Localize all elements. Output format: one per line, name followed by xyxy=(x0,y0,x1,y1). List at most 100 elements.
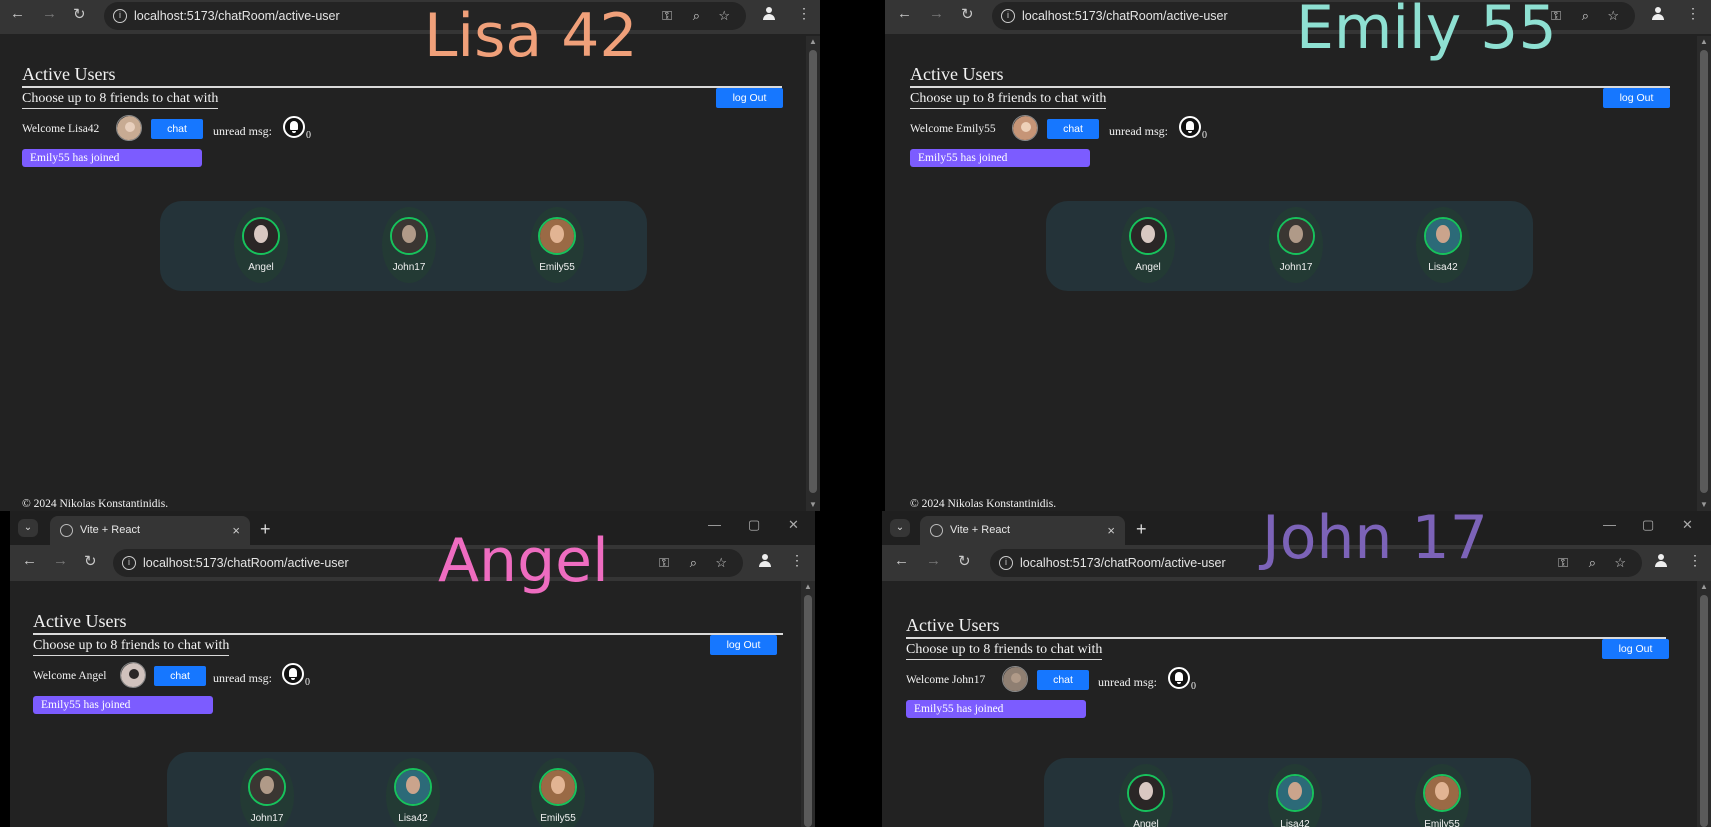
forward-arrow-icon[interactable]: → xyxy=(42,5,57,22)
reload-icon[interactable]: ↻ xyxy=(961,5,974,23)
new-tab-icon[interactable]: + xyxy=(260,516,271,542)
user-card-john17[interactable]: John17 xyxy=(240,758,294,827)
bell-icon[interactable] xyxy=(1168,667,1190,689)
password-key-icon[interactable]: ⚿ xyxy=(662,2,672,30)
footer-copyright: © 2024 Nikolas Konstantinidis. xyxy=(910,498,1057,510)
scroll-down-arrow-icon[interactable]: ▼ xyxy=(806,499,820,511)
zoom-icon[interactable]: ⌕ xyxy=(690,549,697,577)
scroll-up-arrow-icon[interactable]: ▲ xyxy=(1697,36,1711,48)
tab-search-icon[interactable]: ⌄ xyxy=(890,519,910,537)
scroll-up-arrow-icon[interactable]: ▲ xyxy=(801,581,815,593)
back-arrow-icon[interactable]: ← xyxy=(10,5,25,22)
tab-search-icon[interactable]: ⌄ xyxy=(18,519,38,537)
scroll-thumb[interactable] xyxy=(1700,595,1708,827)
logout-button[interactable]: log Out xyxy=(1602,639,1669,659)
unread-label: unread msg: xyxy=(213,671,272,685)
site-info-icon[interactable]: i xyxy=(113,9,127,23)
zoom-icon[interactable]: ⌕ xyxy=(1589,549,1596,577)
site-info-icon[interactable]: i xyxy=(122,556,136,570)
site-info-icon[interactable]: i xyxy=(1001,9,1015,23)
reload-icon[interactable]: ↻ xyxy=(84,552,97,570)
logout-button[interactable]: log Out xyxy=(710,635,777,655)
user-card-lisa42[interactable]: Lisa42 xyxy=(1416,207,1470,283)
scrollbar[interactable]: ▲ xyxy=(801,581,815,827)
bell-icon[interactable] xyxy=(1179,116,1201,138)
password-key-icon[interactable]: ⚿ xyxy=(1558,549,1568,577)
join-notification: Emily55 has joined xyxy=(33,696,213,714)
menu-dots-icon[interactable]: ⋮ xyxy=(1688,552,1702,569)
user-card-angel[interactable]: Angel xyxy=(1119,764,1173,827)
new-tab-icon[interactable]: + xyxy=(1136,516,1147,542)
forward-arrow-icon[interactable]: → xyxy=(926,552,941,569)
minimize-icon[interactable]: — xyxy=(708,517,721,532)
back-arrow-icon[interactable]: ← xyxy=(894,552,909,569)
forward-arrow-icon[interactable]: → xyxy=(53,552,68,569)
user-card-angel[interactable]: Angel xyxy=(1121,207,1175,283)
window-close-icon[interactable]: ✕ xyxy=(1682,517,1693,533)
profile-icon[interactable] xyxy=(762,7,776,21)
bookmark-star-icon[interactable]: ☆ xyxy=(718,2,730,30)
profile-icon[interactable] xyxy=(1654,554,1668,568)
scroll-thumb[interactable] xyxy=(1700,50,1708,493)
overlay-user-label: Emily 55 xyxy=(1296,0,1557,63)
logout-button[interactable]: log Out xyxy=(716,88,783,108)
bell-icon[interactable] xyxy=(282,663,304,685)
unread-label: unread msg: xyxy=(1109,124,1168,138)
user-card-angel[interactable]: Angel xyxy=(234,207,288,283)
browser-tab[interactable]: Vite + React × xyxy=(50,516,250,545)
scrollbar[interactable]: ▲ ▼ xyxy=(1697,36,1711,511)
bookmark-star-icon[interactable]: ☆ xyxy=(1607,2,1619,30)
zoom-icon[interactable]: ⌕ xyxy=(1582,2,1589,30)
tab-close-icon[interactable]: × xyxy=(232,516,240,545)
user-card-emily55[interactable]: Emily55 xyxy=(531,758,585,827)
browser-window-angel: ⌄ Vite + React × + — ▢ ✕ ← → ↻ i localho… xyxy=(10,511,815,827)
unread-count: 0 xyxy=(305,677,310,688)
site-info-icon[interactable]: i xyxy=(999,556,1013,570)
bookmark-star-icon[interactable]: ☆ xyxy=(1614,549,1626,577)
user-card-lisa42[interactable]: Lisa42 xyxy=(1268,764,1322,827)
zoom-icon[interactable]: ⌕ xyxy=(693,2,700,30)
chat-button[interactable]: chat xyxy=(1037,670,1089,690)
browser-tab[interactable]: Vite + React × xyxy=(920,516,1125,545)
maximize-icon[interactable]: ▢ xyxy=(1642,517,1654,533)
scroll-down-arrow-icon[interactable]: ▼ xyxy=(1697,499,1711,511)
active-users-panel: John17 Lisa42 Emily55 xyxy=(167,752,654,827)
user-card-lisa42[interactable]: Lisa42 xyxy=(386,758,440,827)
profile-icon[interactable] xyxy=(758,554,772,568)
tab-close-icon[interactable]: × xyxy=(1107,516,1115,545)
avatar xyxy=(1276,774,1314,812)
address-bar[interactable]: i localhost:5173/chatRoom/active-user ⚿ … xyxy=(113,549,743,577)
user-name: Emily55 xyxy=(540,813,576,824)
avatar-portrait xyxy=(1131,219,1165,253)
scrollbar[interactable]: ▲ ▼ xyxy=(806,36,820,511)
minimize-icon[interactable]: — xyxy=(1603,517,1616,532)
reload-icon[interactable]: ↻ xyxy=(73,5,86,23)
password-key-icon[interactable]: ⚿ xyxy=(659,549,669,577)
forward-arrow-icon[interactable]: → xyxy=(929,5,944,22)
menu-dots-icon[interactable]: ⋮ xyxy=(790,552,804,569)
user-card-john17[interactable]: John17 xyxy=(382,207,436,283)
chat-button[interactable]: chat xyxy=(154,666,206,686)
profile-icon[interactable] xyxy=(1651,7,1665,21)
scroll-thumb[interactable] xyxy=(804,595,812,827)
menu-dots-icon[interactable]: ⋮ xyxy=(797,5,811,22)
menu-dots-icon[interactable]: ⋮ xyxy=(1686,5,1700,22)
bookmark-star-icon[interactable]: ☆ xyxy=(715,549,727,577)
logout-button[interactable]: log Out xyxy=(1603,88,1670,108)
chat-button[interactable]: chat xyxy=(151,119,203,139)
user-card-emily55[interactable]: Emily55 xyxy=(530,207,584,283)
window-close-icon[interactable]: ✕ xyxy=(788,517,799,533)
back-arrow-icon[interactable]: ← xyxy=(22,552,37,569)
back-arrow-icon[interactable]: ← xyxy=(897,5,912,22)
user-card-john17[interactable]: John17 xyxy=(1269,207,1323,283)
bell-icon[interactable] xyxy=(283,116,305,138)
maximize-icon[interactable]: ▢ xyxy=(748,517,760,533)
scroll-up-arrow-icon[interactable]: ▲ xyxy=(806,36,820,48)
reload-icon[interactable]: ↻ xyxy=(958,552,971,570)
scroll-thumb[interactable] xyxy=(809,50,817,493)
scrollbar[interactable]: ▲ xyxy=(1697,581,1711,827)
avatar xyxy=(539,768,577,806)
chat-button[interactable]: chat xyxy=(1047,119,1099,139)
scroll-up-arrow-icon[interactable]: ▲ xyxy=(1697,581,1711,593)
user-card-emily55[interactable]: Emily55 xyxy=(1415,764,1469,827)
